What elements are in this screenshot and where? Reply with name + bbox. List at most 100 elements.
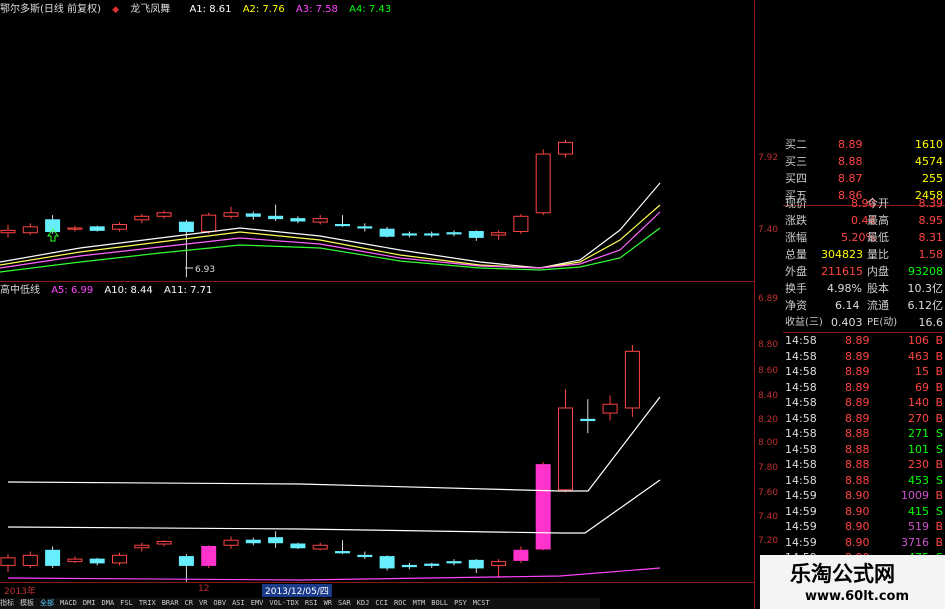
bottom-tick-1: 8.60 (758, 366, 779, 376)
bottom-candle (513, 549, 529, 561)
top-candle (67, 227, 83, 230)
top-tick-1: 7.40 (758, 225, 779, 235)
quote-label: 流通 (867, 299, 889, 312)
tick-volume: 3716 (901, 535, 929, 549)
tab-dmi[interactable]: DMI (83, 599, 96, 607)
tick-volume: 106 (908, 334, 929, 347)
quote-value: 211615 (821, 265, 863, 278)
quote-value: 93208 (908, 265, 943, 278)
quote-row: 现价 8.90 今开 8.39 (783, 195, 945, 212)
tick-side: S (936, 504, 943, 518)
tick-price: 8.88 (845, 473, 870, 487)
tab-roc[interactable]: ROC (394, 599, 407, 607)
ob-price: 8.89 (838, 138, 863, 151)
tick-side: B (935, 411, 943, 425)
tab-模板[interactable]: 模板 (20, 599, 34, 607)
tick-side: S (936, 473, 943, 487)
bottom-tick-7: 7.40 (758, 512, 779, 522)
tab-dma[interactable]: DMA (102, 599, 115, 607)
top-candle (112, 223, 127, 230)
order-book-row: 买四 8.87 255 (783, 170, 945, 187)
tab-mtm[interactable]: MTM (413, 599, 426, 607)
tab-mcst[interactable]: MCST (473, 599, 490, 607)
tick-side: B (935, 535, 943, 549)
bottom-candle (379, 556, 395, 569)
tick-volume: 453 (908, 473, 929, 487)
tab-macd[interactable]: MACD (60, 599, 77, 607)
order-book-row: 买二 8.89 1610 (783, 136, 945, 153)
tick-volume: 69 (915, 380, 929, 394)
quote-label: 净资 (785, 299, 807, 312)
tick-side: B (935, 349, 943, 363)
tab-cr[interactable]: CR (185, 599, 193, 607)
bottom-candle (290, 543, 306, 549)
bottom-candle (223, 539, 239, 546)
tick-list[interactable]: 14:58 8.89 106 B 14:58 8.89 463 B 14:58 8.89 15 B 14… (783, 333, 945, 581)
bottom-candle (201, 546, 217, 566)
quote-row: 换手 4.98% 股本 10.3亿 (783, 280, 945, 297)
tab-kdj[interactable]: KDJ (357, 599, 370, 607)
tab-fsl[interactable]: FSL (120, 599, 133, 607)
tick-time: 14:58 (785, 442, 817, 456)
tab-obv[interactable]: OBV (213, 599, 226, 607)
tab-全部[interactable]: 全部 (40, 599, 54, 607)
ob-vol: 1610 (915, 138, 943, 151)
tab-asi[interactable]: ASI (232, 599, 245, 607)
quote-value: 6.12亿 (907, 299, 944, 312)
ob-vol: 4574 (915, 155, 943, 168)
tick-price: 8.89 (845, 349, 870, 363)
top-ma-yellow (0, 204, 661, 269)
tick-volume: 270 (908, 411, 929, 425)
tick-row: 14:58 8.88 101 S (783, 442, 945, 458)
tick-price: 8.88 (845, 442, 870, 456)
top-tick-2: 6.89 (758, 294, 779, 304)
quote-label: 涨幅 (785, 231, 807, 244)
tick-price: 8.90 (845, 504, 870, 518)
tab-sar[interactable]: SAR (338, 599, 351, 607)
bottom-axis-line (0, 582, 754, 583)
bottom-candle (178, 556, 194, 566)
tick-time: 14:58 (785, 349, 817, 363)
top-candle (446, 232, 462, 235)
tab-rsi[interactable]: RSI (305, 599, 318, 607)
top-candle (245, 213, 261, 217)
bottom-candle (624, 350, 640, 409)
tab-指标[interactable]: 指标 (0, 599, 14, 607)
tick-price: 8.89 (845, 396, 870, 409)
bottom-candle (580, 418, 596, 422)
date-cursor-box: 2013/12/05/四 (262, 584, 332, 597)
tab-emv[interactable]: EMV (251, 599, 264, 607)
bottom-candle (424, 563, 440, 566)
tab-boll[interactable]: BOLL (431, 599, 448, 607)
quote-row: 收益(三) 0.403 PE(动) 16.6 (783, 314, 945, 331)
bottom-candle (134, 544, 150, 549)
quote-value: 10.3亿 (907, 282, 944, 295)
watermark-url: www.60lt.com (805, 589, 910, 604)
tab-trix[interactable]: TRIX (139, 599, 156, 607)
tick-time: 14:58 (785, 473, 817, 487)
tick-row: 14:58 8.88 453 S (783, 473, 945, 489)
quote-value: 1.58 (918, 248, 944, 261)
tick-price: 8.88 (845, 458, 870, 471)
quote-value: 8.95 (918, 214, 944, 227)
site-watermark: 乐淘公式网 www.60lt.com (760, 555, 945, 609)
tab-vr[interactable]: VR (199, 599, 207, 607)
ob-label: 买四 (785, 172, 807, 185)
top-candle (468, 231, 484, 238)
quote-label: 股本 (867, 282, 889, 295)
top-candle (223, 212, 239, 217)
bottom-candle (312, 544, 328, 550)
quote-value: 304823 (821, 248, 863, 261)
tab-vol-tdx[interactable]: VOL-TDX (269, 599, 299, 607)
ob-label: 买二 (785, 138, 807, 151)
tab-cci[interactable]: CCI (375, 599, 388, 607)
quote-label: 内盘 (867, 265, 889, 278)
tab-psy[interactable]: PSY (454, 599, 467, 607)
bottom-line-low (7, 567, 661, 581)
tick-row: 14:58 8.89 106 B (783, 333, 945, 349)
tab-brar[interactable]: BRAR (162, 599, 179, 607)
top-candle (379, 228, 395, 237)
tab-wr[interactable]: WR (324, 599, 332, 607)
kline-chart[interactable]: 6.93 (0, 0, 754, 582)
bottom-candle (112, 554, 127, 564)
